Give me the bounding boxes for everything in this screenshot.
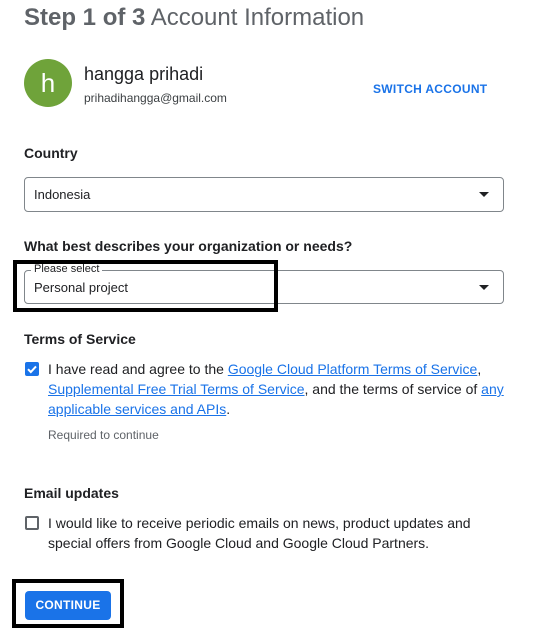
check-icon — [27, 365, 37, 374]
email-updates-checkbox[interactable] — [25, 516, 39, 530]
chevron-down-icon — [479, 192, 489, 197]
step-indicator: Step 1 of 3 — [24, 4, 146, 31]
highlight-box-organization — [13, 260, 278, 312]
page-title: Step 1 of 3 Account Information — [24, 4, 364, 32]
country-select[interactable]: Indonesia — [24, 177, 504, 212]
country-value: Indonesia — [34, 187, 91, 202]
avatar: h — [24, 59, 72, 107]
account-name: hangga prihadi — [84, 64, 204, 84]
supplemental-terms-link[interactable]: Supplemental Free Trial Terms of Service — [48, 381, 305, 397]
required-hint: Required to continue — [48, 428, 159, 442]
account-email: prihadihangga@gmail.com — [84, 91, 227, 105]
country-label: Country — [24, 145, 78, 161]
terms-text: I have read and agree to the Google Clou… — [48, 361, 504, 417]
email-updates-text: I would like to receive periodic emails … — [48, 515, 471, 551]
gcp-terms-link[interactable]: Google Cloud Platform Terms of Service — [228, 361, 478, 377]
chevron-down-icon — [479, 285, 489, 290]
email-updates-heading: Email updates — [24, 485, 119, 501]
continue-button[interactable]: CONTINUE — [25, 591, 111, 620]
terms-checkbox[interactable] — [25, 362, 39, 376]
terms-heading: Terms of Service — [24, 331, 136, 347]
switch-account-button[interactable]: SWITCH ACCOUNT — [373, 82, 487, 96]
organization-label: What best describes your organization or… — [24, 238, 353, 254]
step-title: Account Information — [150, 4, 365, 31]
